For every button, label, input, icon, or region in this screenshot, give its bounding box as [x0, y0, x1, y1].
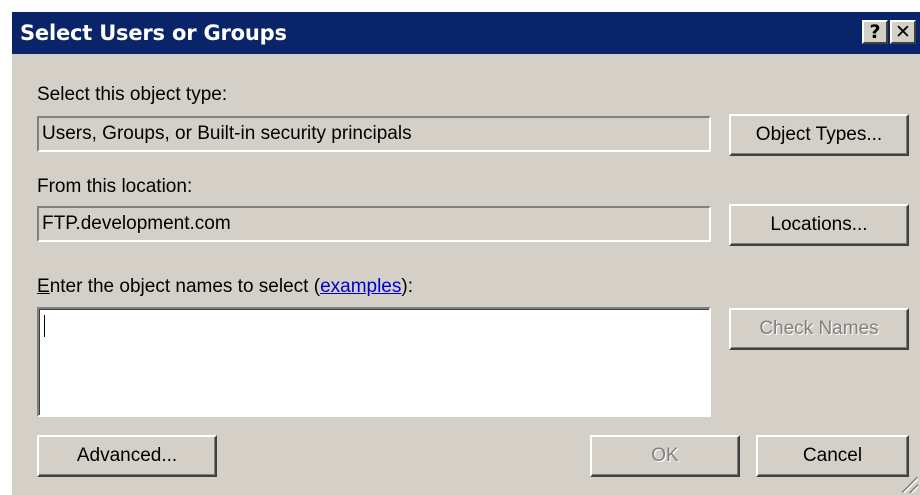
title-bar: Select Users or Groups ? ✕ [12, 12, 920, 54]
object-names-label: Enter the object names to select (exampl… [37, 276, 413, 298]
examples-link[interactable]: examples [320, 276, 401, 297]
ok-button[interactable]: OK [590, 435, 740, 477]
object-type-field: Users, Groups, or Built-in security prin… [37, 116, 711, 152]
check-names-button[interactable]: Check Names [729, 308, 909, 350]
resize-grip-icon[interactable] [902, 477, 918, 493]
object-names-label-text: nter the object names to select ( [49, 276, 321, 297]
select-users-dialog: Select Users or Groups ? ✕ Select this o… [10, 10, 920, 495]
help-icon: ? [869, 20, 881, 43]
object-types-button[interactable]: Object Types... [729, 114, 909, 156]
object-type-label: Select this object type: [37, 84, 228, 105]
help-button[interactable]: ? [862, 20, 888, 44]
access-key-e: E [37, 276, 50, 297]
window-title: Select Users or Groups [20, 21, 287, 45]
cancel-button[interactable]: Cancel [756, 435, 909, 477]
advanced-button[interactable]: Advanced... [37, 435, 217, 477]
object-names-input[interactable] [37, 307, 711, 417]
location-field: FTP.development.com [37, 206, 711, 242]
locations-button[interactable]: Locations... [729, 204, 909, 246]
close-button[interactable]: ✕ [890, 20, 916, 44]
location-label: From this location: [37, 176, 193, 197]
object-names-label-end: ): [401, 276, 413, 297]
close-icon: ✕ [895, 20, 911, 43]
text-cursor [44, 315, 45, 337]
